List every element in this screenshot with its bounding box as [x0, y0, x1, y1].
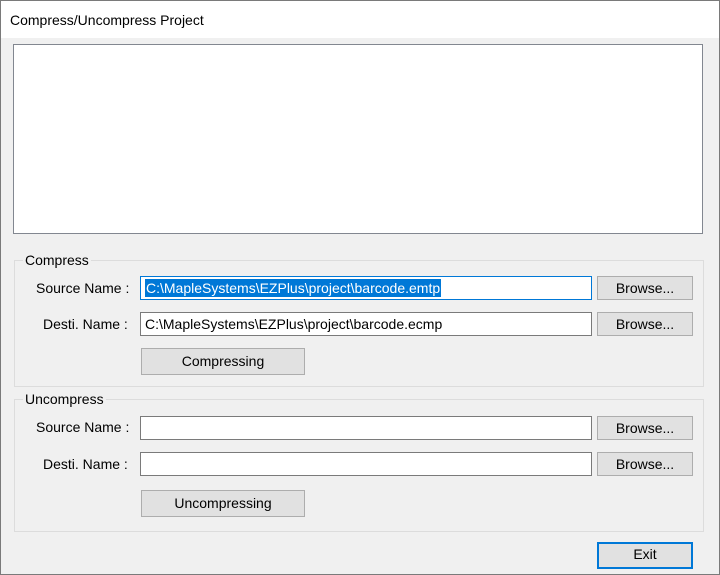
- uncompressing-button[interactable]: Uncompressing: [141, 490, 305, 517]
- compress-dest-label: Desti. Name :: [43, 316, 128, 332]
- compress-source-browse-button[interactable]: Browse...: [597, 276, 693, 300]
- title-bar[interactable]: Compress/Uncompress Project: [1, 1, 719, 38]
- uncompress-dest-browse-button[interactable]: Browse...: [597, 452, 693, 476]
- compress-uncompress-dialog: Compress/Uncompress Project Compress Sou…: [0, 0, 720, 575]
- uncompress-source-input[interactable]: [140, 416, 592, 440]
- uncompress-source-browse-button[interactable]: Browse...: [597, 416, 693, 440]
- uncompress-group-label: Uncompress: [23, 391, 106, 407]
- compress-group-label: Compress: [23, 252, 91, 268]
- window-title: Compress/Uncompress Project: [10, 12, 204, 28]
- compress-dest-input[interactable]: C:\MapleSystems\EZPlus\project\barcode.e…: [140, 312, 592, 336]
- compress-source-input[interactable]: C:\MapleSystems\EZPlus\project\barcode.e…: [140, 276, 592, 300]
- uncompress-source-label: Source Name :: [36, 419, 130, 435]
- compressing-button[interactable]: Compressing: [141, 348, 305, 375]
- log-output-area[interactable]: [13, 44, 703, 234]
- exit-button[interactable]: Exit: [597, 542, 693, 569]
- compress-source-value: C:\MapleSystems\EZPlus\project\barcode.e…: [145, 279, 442, 297]
- uncompress-dest-label: Desti. Name :: [43, 456, 128, 472]
- compress-source-label: Source Name :: [36, 280, 130, 296]
- uncompress-dest-input[interactable]: [140, 452, 592, 476]
- compress-dest-browse-button[interactable]: Browse...: [597, 312, 693, 336]
